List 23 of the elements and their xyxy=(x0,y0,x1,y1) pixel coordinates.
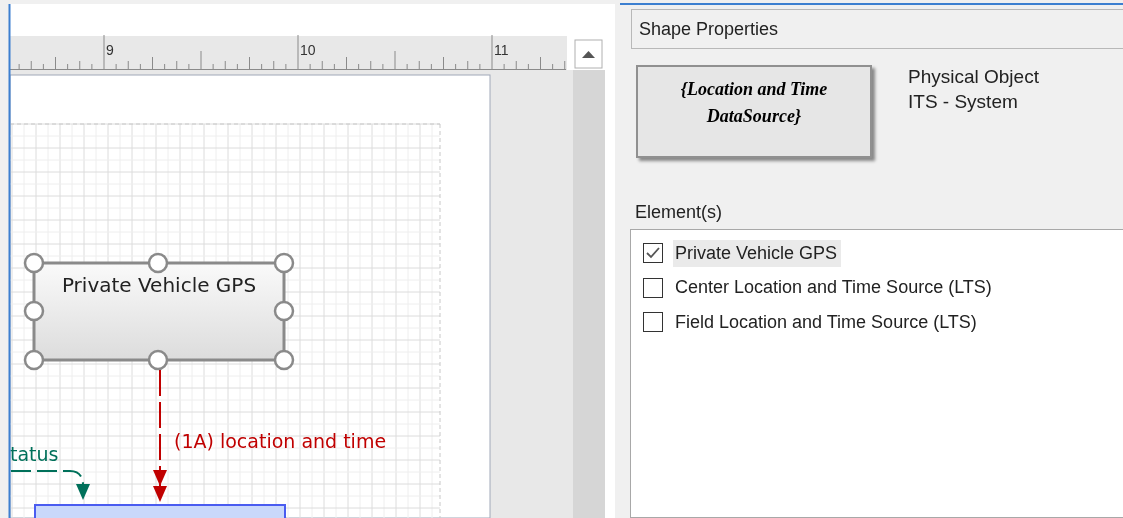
object-type-text: Physical Object xyxy=(908,65,1039,89)
flow-label: (1A) location and time xyxy=(174,430,387,452)
diagram-node[interactable] xyxy=(32,261,286,362)
checkbox[interactable] xyxy=(643,243,663,264)
object-type-text: ITS - System xyxy=(908,89,1019,114)
flow-arrow[interactable] xyxy=(10,470,90,500)
ruler-label: 9 xyxy=(106,42,114,58)
ruler-label: 10 xyxy=(300,42,316,58)
element-item[interactable]: Private Vehicle GPS xyxy=(673,239,842,267)
shape-preview-button[interactable]: {Location and Time DataSource} xyxy=(636,65,872,158)
flow-label: tatus xyxy=(10,443,59,465)
scroll-up-button[interactable] xyxy=(574,39,603,69)
ruler-label: 11 xyxy=(494,42,509,58)
selection-handles-drawing[interactable] xyxy=(23,252,295,371)
flow-arrow[interactable] xyxy=(153,369,167,502)
element-item[interactable]: Center Location and Time Source (LTS) xyxy=(673,274,996,302)
element-item[interactable]: Field Location and Time Source (LTS) xyxy=(673,308,981,336)
system-node[interactable] xyxy=(34,504,286,518)
checkbox[interactable] xyxy=(643,312,663,333)
panel-title: Shape Properties xyxy=(631,9,1123,49)
elements-label: Element(s) xyxy=(635,202,724,223)
checkbox[interactable] xyxy=(643,277,663,298)
node-label: Private Vehicle GPS xyxy=(61,273,257,297)
